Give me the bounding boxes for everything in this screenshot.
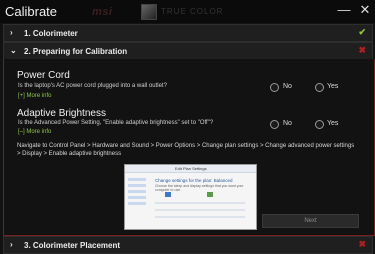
battery-icon	[165, 192, 171, 197]
adaptive-brightness-no-radio[interactable]	[270, 120, 279, 129]
chevron-right-icon: ›	[10, 28, 13, 37]
screenshot-row	[155, 216, 245, 218]
chevron-right-icon: ›	[10, 240, 13, 249]
navigation-instructions: Navigate to Control Panel > Hardware and…	[17, 143, 355, 157]
section-title: 1. Colorimeter	[24, 28, 78, 38]
screenshot-sidebar	[128, 175, 146, 225]
screenshot-row	[155, 202, 245, 204]
section-preparing-for-calibration[interactable]: ⌄ 2. Preparing for Calibration ✖	[3, 42, 373, 60]
section-title: 2. Preparing for Calibration	[24, 46, 128, 56]
adaptive-brightness-question: Is the Advanced Power Setting, "Enable a…	[18, 120, 214, 126]
adaptive-brightness-more-info-link[interactable]: [–] More info	[18, 129, 51, 135]
screenshot-heading: Change settings for the plan: Balanced	[155, 178, 233, 183]
adaptive-brightness-yes-label: Yes	[327, 120, 339, 127]
power-settings-screenshot: Edit Plan Settings Change settings for t…	[124, 164, 257, 230]
screenshot-row	[155, 209, 245, 211]
true-color-icon	[141, 4, 157, 20]
adaptive-brightness-no-label: No	[283, 120, 292, 127]
minimize-icon[interactable]: —	[336, 2, 352, 18]
power-cord-no-radio[interactable]	[270, 83, 279, 92]
power-cord-more-info-link[interactable]: [+] More info	[18, 93, 52, 99]
power-cord-yes-radio[interactable]	[315, 83, 324, 92]
x-icon: ✖	[358, 45, 366, 55]
section-colorimeter[interactable]: › 1. Colorimeter ✔	[3, 24, 373, 42]
power-cord-heading: Power Cord	[17, 70, 70, 81]
adaptive-brightness-yes-radio[interactable]	[315, 120, 324, 129]
screenshot-subtext: Choose the sleep and display settings th…	[155, 184, 244, 192]
power-cord-yes-label: Yes	[327, 83, 339, 90]
screenshot-title-bar: Edit Plan Settings	[125, 165, 256, 173]
x-icon: ✖	[358, 239, 366, 249]
adaptive-brightness-heading: Adaptive Brightness	[17, 108, 106, 119]
power-cord-question: Is the laptop's AC power cord plugged in…	[18, 83, 167, 89]
brand-text: TRUE COLOR	[161, 7, 224, 16]
plug-icon	[207, 192, 213, 197]
check-icon: ✔	[358, 27, 366, 37]
section-title: 3. Colorimeter Placement	[24, 240, 121, 250]
title-bar: Calibrate msi TRUE COLOR — ✕	[0, 0, 375, 23]
screenshot-window-title: Edit Plan Settings	[175, 166, 207, 171]
chevron-down-icon: ⌄	[10, 46, 17, 55]
close-icon[interactable]: ✕	[357, 2, 373, 18]
next-button[interactable]: Next	[262, 214, 359, 228]
msi-logo: msi	[92, 6, 113, 18]
window-title: Calibrate	[5, 4, 58, 19]
power-cord-no-label: No	[283, 83, 292, 90]
section-colorimeter-placement[interactable]: › 3. Colorimeter Placement ✖	[3, 236, 373, 254]
